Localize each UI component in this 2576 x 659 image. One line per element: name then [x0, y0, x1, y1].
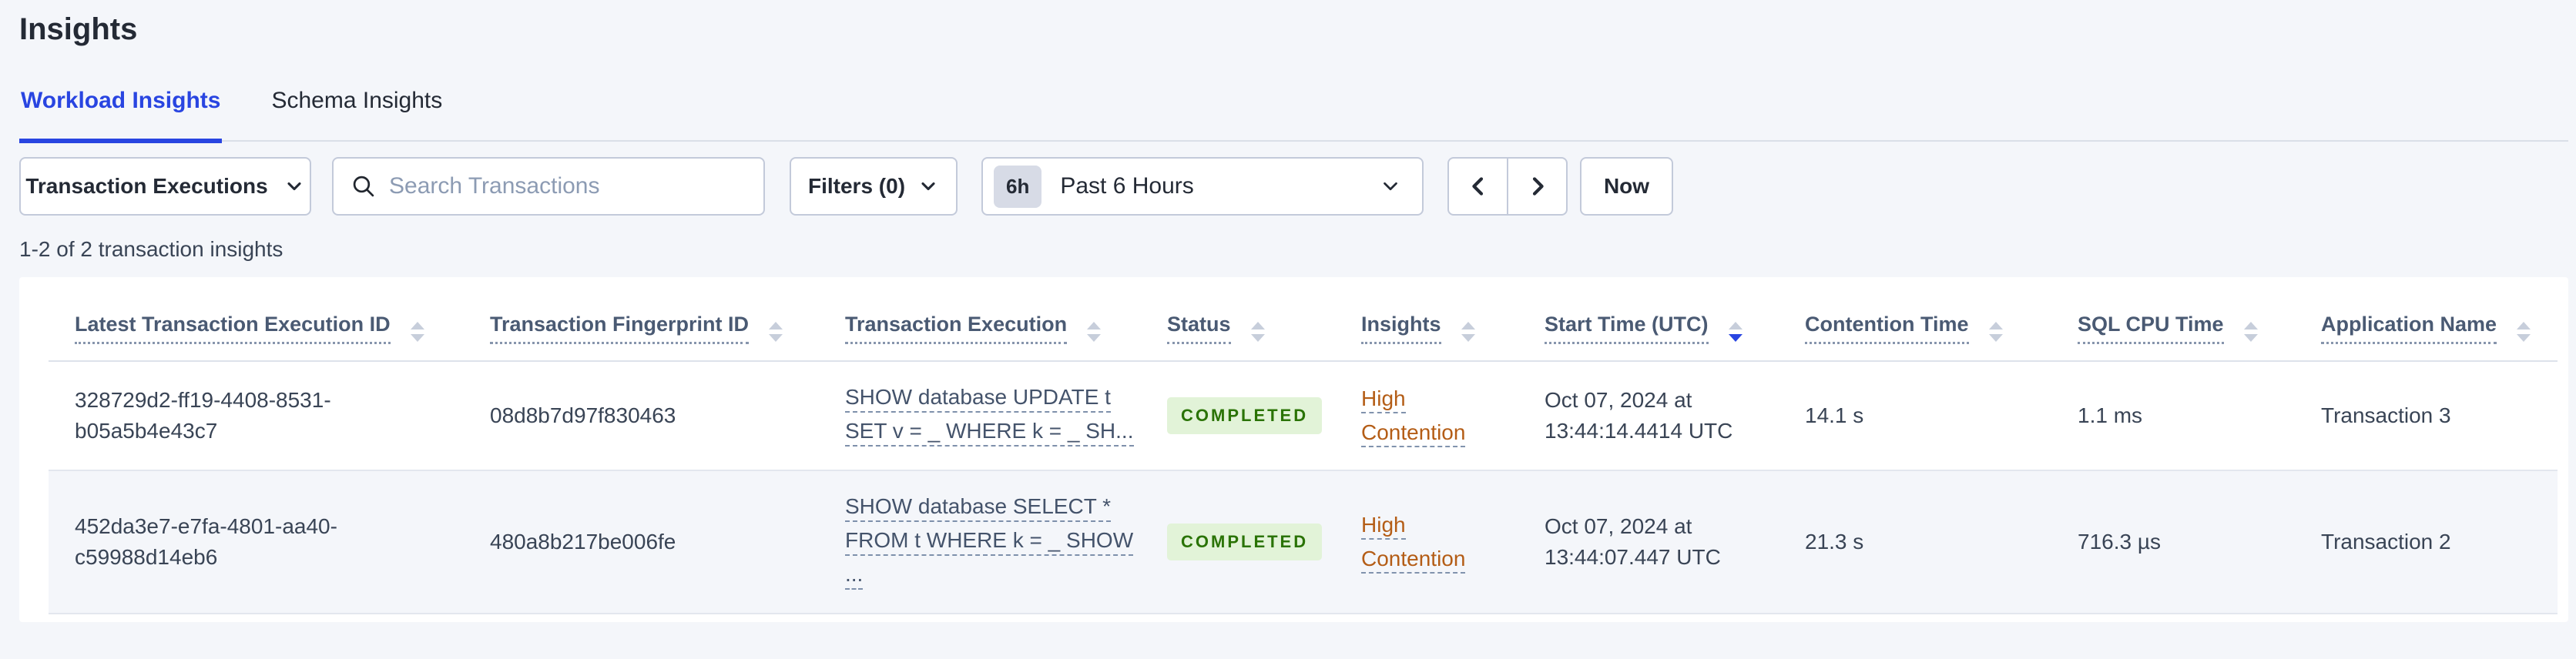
insights-cell: High Contention	[1335, 508, 1518, 576]
sort-toggle-icon[interactable]	[2243, 322, 2258, 342]
chevron-down-icon	[1384, 182, 1397, 191]
search-icon	[353, 176, 374, 197]
application-name-cell: Transaction 2	[2321, 530, 2451, 554]
transaction-execution-link[interactable]: SHOW database SELECT * FROM t WHERE k = …	[819, 491, 1141, 593]
status-badge: COMPLETED	[1167, 397, 1323, 434]
table-row: 328729d2-ff19-4408-8531-b05a5b4e43c7 08d…	[49, 362, 2558, 471]
chevron-right-icon	[1532, 177, 1544, 196]
status-cell: COMPLETED	[1141, 397, 1335, 434]
sort-toggle-icon[interactable]	[1728, 322, 1742, 342]
start-time-cell: Oct 07, 2024 at 13:44:14.4414 UTC	[1545, 388, 1733, 443]
transaction-type-dropdown[interactable]: Transaction Executions	[19, 157, 311, 216]
insights-cell: High Contention	[1335, 382, 1518, 450]
search-input[interactable]	[389, 173, 748, 199]
sort-toggle-icon[interactable]	[1087, 322, 1102, 342]
time-range-badge: 6h	[994, 165, 1042, 208]
chevron-down-icon	[287, 182, 301, 191]
transaction-type-label: Transaction Executions	[25, 174, 268, 198]
filters-label: Filters (0)	[807, 174, 906, 198]
transaction-fingerprint-id-cell: 480a8b217be006fe	[490, 530, 676, 554]
start-time-cell: Oct 07, 2024 at 13:44:07.447 UTC	[1545, 514, 1721, 569]
sql-cpu-time-cell: 716.3 µs	[2078, 530, 2161, 554]
search-box	[332, 157, 765, 216]
sort-toggle-icon[interactable]	[769, 322, 783, 342]
insight-label[interactable]: High Contention	[1361, 513, 1466, 574]
column-header-transaction-fingerprint-id[interactable]: Transaction Fingerprint ID	[464, 313, 819, 344]
time-range-picker[interactable]: 6h Past 6 Hours	[981, 157, 1424, 216]
column-header-status[interactable]: Status	[1141, 313, 1335, 344]
toolbar: Transaction Executions Filters (0) 6h Pa…	[19, 157, 2576, 216]
table-header-row: Latest Transaction Execution ID Transact…	[49, 277, 2558, 362]
transaction-fingerprint-id-cell: 08d8b7d97f830463	[490, 403, 676, 427]
column-header-insights[interactable]: Insights	[1335, 313, 1518, 344]
previous-time-range-button[interactable]	[1447, 157, 1508, 216]
transaction-execution-link[interactable]: SHOW database UPDATE t SET v = _ WHERE k…	[819, 382, 1141, 450]
filters-button[interactable]: Filters (0)	[790, 157, 958, 216]
sort-toggle-icon[interactable]	[1988, 322, 2003, 342]
time-range-label: Past 6 Hours	[1060, 173, 1194, 199]
sort-toggle-icon[interactable]	[410, 322, 424, 342]
sort-toggle-icon[interactable]	[1461, 322, 1475, 342]
column-header-start-time[interactable]: Start Time (UTC)	[1518, 313, 1779, 344]
column-header-contention-time[interactable]: Contention Time	[1779, 313, 2051, 344]
latest-transaction-execution-id-cell: 328729d2-ff19-4408-8531-b05a5b4e43c7	[75, 388, 331, 443]
latest-transaction-execution-id-cell: 452da3e7-e7fa-4801-aa40-c59988d14eb6	[75, 514, 337, 569]
next-time-range-button[interactable]	[1507, 157, 1568, 216]
insights-table: Latest Transaction Execution ID Transact…	[19, 277, 2568, 622]
insight-label[interactable]: High Contention	[1361, 386, 1466, 447]
chevron-down-icon	[921, 182, 935, 191]
now-button[interactable]: Now	[1580, 157, 1673, 216]
chevron-left-icon	[1471, 177, 1483, 196]
column-header-latest-transaction-execution-id[interactable]: Latest Transaction Execution ID	[49, 313, 464, 344]
page-title: Insights	[19, 12, 138, 46]
status-badge: COMPLETED	[1167, 524, 1323, 560]
tab-bar: Workload Insights Schema Insights	[19, 88, 2568, 143]
sort-toggle-icon[interactable]	[2517, 322, 2531, 342]
time-range-pager	[1447, 157, 1568, 216]
status-cell: COMPLETED	[1141, 524, 1335, 560]
tab-schema-insights[interactable]: Schema Insights	[270, 88, 444, 140]
sort-toggle-icon[interactable]	[1250, 322, 1265, 342]
sql-cpu-time-cell: 1.1 ms	[2078, 403, 2143, 427]
application-name-cell: Transaction 3	[2321, 403, 2451, 427]
insights-page: Insights Workload Insights Schema Insigh…	[0, 0, 2576, 622]
contention-time-cell: 14.1 s	[1805, 403, 1864, 427]
table-row: 452da3e7-e7fa-4801-aa40-c59988d14eb6 480…	[49, 471, 2558, 614]
contention-time-cell: 21.3 s	[1805, 530, 1864, 554]
column-header-sql-cpu-time[interactable]: SQL CPU Time	[2051, 313, 2295, 344]
tab-workload-insights[interactable]: Workload Insights	[19, 88, 223, 143]
column-header-application-name[interactable]: Application Name	[2295, 313, 2558, 344]
column-header-transaction-execution[interactable]: Transaction Execution	[819, 313, 1141, 344]
results-count: 1-2 of 2 transaction insights	[19, 237, 283, 261]
